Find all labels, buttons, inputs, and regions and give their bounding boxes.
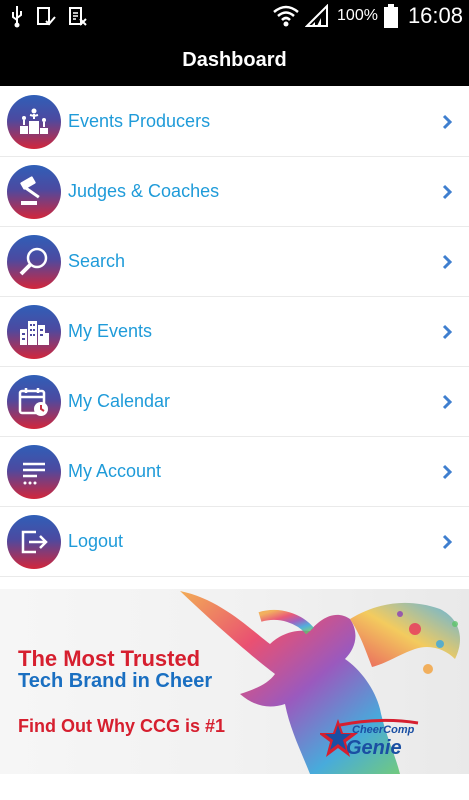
no-sim-icon xyxy=(69,7,87,26)
banner-cta: Find Out Why CCG is #1 xyxy=(18,716,226,736)
calendar-icon xyxy=(7,374,61,429)
chevron-right-icon xyxy=(442,114,453,130)
banner-headline-2: Tech Brand in Cheer xyxy=(18,670,213,692)
menu-item-my-account[interactable]: My Account xyxy=(0,437,469,507)
chevron-right-icon xyxy=(442,324,453,340)
buildings-icon xyxy=(7,304,61,359)
system-icons: 100% 16:08 xyxy=(273,3,463,29)
page-title: Dashboard xyxy=(182,48,287,71)
search-icon xyxy=(7,234,61,289)
status-bar: 100% 16:08 xyxy=(0,0,469,34)
promo-banner[interactable]: The Most Trusted Tech Brand in Cheer Fin… xyxy=(0,589,469,774)
app-bar: Dashboard xyxy=(0,34,469,86)
menu-item-label: Search xyxy=(68,251,126,271)
menu-item-logout[interactable]: Logout xyxy=(0,507,469,577)
menu-item-label: My Calendar xyxy=(68,391,171,411)
menu-item-my-calendar[interactable]: My Calendar xyxy=(0,367,469,437)
menu-item-search[interactable]: Search xyxy=(0,227,469,297)
logo-text-top: CheerComp xyxy=(352,724,415,736)
gavel-icon xyxy=(7,164,61,219)
clock: 16:08 xyxy=(407,3,463,28)
banner-headline-1: The Most Trusted xyxy=(18,646,201,671)
podium-icon xyxy=(7,94,61,149)
menu-item-judges-coaches[interactable]: Judges & Coaches xyxy=(0,157,469,227)
chevron-right-icon xyxy=(442,394,453,410)
menu-item-label: Events Producers xyxy=(68,111,211,131)
battery-icon xyxy=(383,4,398,28)
menu-item-my-events[interactable]: My Events xyxy=(0,297,469,367)
logout-icon xyxy=(7,514,61,569)
list-icon xyxy=(7,444,61,499)
chevron-right-icon xyxy=(442,464,453,480)
signal-icon xyxy=(305,4,329,27)
menu-item-label: My Account xyxy=(68,461,162,481)
chevron-right-icon xyxy=(442,184,453,200)
chevron-right-icon xyxy=(442,254,453,270)
usb-icon xyxy=(12,6,22,28)
chevron-right-icon xyxy=(442,534,453,550)
menu-item-label: Logout xyxy=(68,531,124,551)
notification-icons xyxy=(10,6,88,28)
wifi-icon xyxy=(273,5,299,27)
battery-percentage: 100% xyxy=(337,7,378,24)
menu-item-events-producers[interactable]: Events Producers xyxy=(0,87,469,157)
logo-text-bottom: Genie xyxy=(346,737,402,759)
dashboard-menu: Events Producers Judges & Coaches Search xyxy=(0,87,469,577)
menu-item-label: Judges & Coaches xyxy=(68,181,220,201)
menu-item-label: My Events xyxy=(68,321,153,341)
download-done-icon xyxy=(37,7,56,26)
